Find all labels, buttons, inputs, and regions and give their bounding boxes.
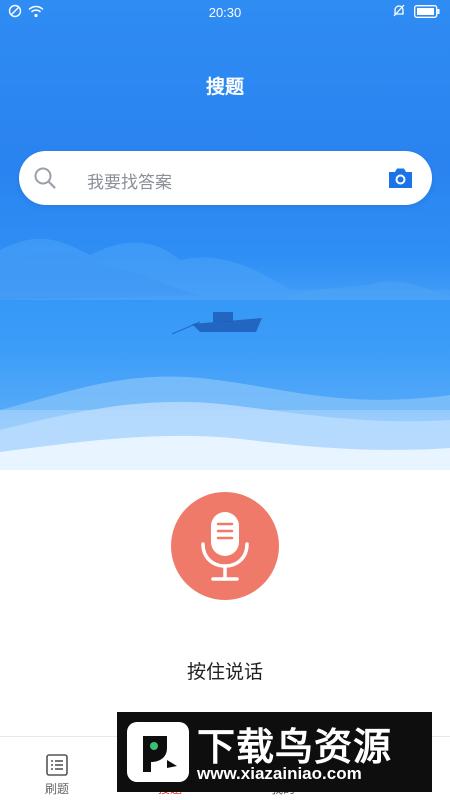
status-bar: 20:30 xyxy=(0,0,450,26)
search-icon xyxy=(33,166,57,190)
watermark-url: www.xiazainiao.com xyxy=(197,764,362,783)
voice-record-button[interactable] xyxy=(171,492,279,600)
hero-banner xyxy=(0,0,450,470)
search-bar[interactable]: 我要找答案 xyxy=(19,151,432,205)
battery-icon xyxy=(414,4,440,22)
search-input[interactable]: 我要找答案 xyxy=(87,168,172,193)
silent-bell-icon xyxy=(392,4,406,22)
page-title: 搜题 xyxy=(205,76,244,98)
watermark-title: 下载鸟资源 xyxy=(197,725,393,769)
status-time: 20:30 xyxy=(208,5,242,20)
camera-icon[interactable] xyxy=(387,166,414,190)
tab-label: 刷题 xyxy=(44,782,69,796)
voice-hint-label: 按住说话 xyxy=(186,661,263,683)
watermark-banner: 下载鸟资源 www.xiazainiao.com xyxy=(117,712,432,792)
bird-logo-icon xyxy=(127,722,189,782)
list-icon xyxy=(45,753,69,777)
lake-illustration xyxy=(0,238,450,470)
microphone-icon xyxy=(201,512,249,581)
tab-practice[interactable]: 刷题 xyxy=(12,737,102,800)
